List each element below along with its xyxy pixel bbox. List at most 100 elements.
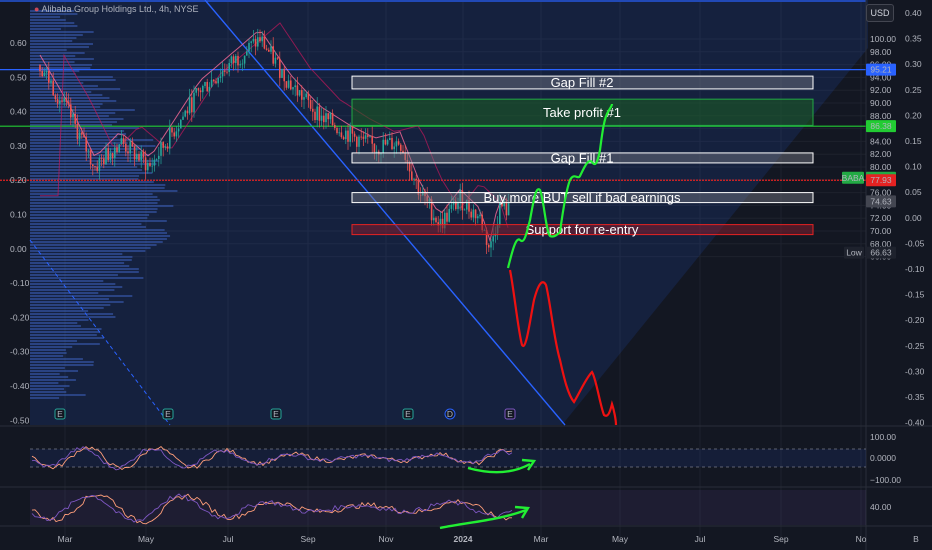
candle-body — [488, 244, 490, 248]
candle-body — [411, 171, 413, 180]
candle-body — [298, 90, 301, 96]
candle-body — [265, 48, 268, 50]
candle-body — [131, 141, 134, 147]
candle-body — [193, 92, 195, 113]
osc1-axis-tick: 100.00 — [870, 432, 896, 442]
candle-body — [312, 108, 314, 112]
candle-body — [103, 158, 105, 165]
osc2-band — [30, 490, 866, 525]
candle-body — [413, 178, 415, 180]
candle-body — [340, 132, 343, 138]
candle-body — [285, 81, 288, 88]
candle-body — [371, 136, 373, 144]
price-axis-tick: 90.00 — [870, 98, 892, 108]
right-axis-tick: 0.20 — [905, 110, 922, 120]
time-axis-tick: Jul — [695, 534, 706, 544]
candle-body — [208, 86, 211, 92]
candle-body — [188, 97, 191, 114]
candle-body — [72, 113, 74, 118]
right-axis-tick: -0.15 — [905, 290, 925, 300]
candle-body — [89, 150, 92, 165]
candle-body — [140, 151, 142, 161]
candle-body — [362, 136, 365, 139]
candle-body — [65, 98, 68, 102]
chart-canvas[interactable]: Gap Fill #2 Take profit #1 Gap Fill #1 Buy … — [0, 0, 932, 550]
symbol-title[interactable]: ● Alibaba Group Holdings Ltd., 4h, NYSE — [34, 4, 199, 14]
candle-body — [474, 209, 477, 219]
candle-body — [389, 137, 391, 141]
candle-body — [96, 166, 98, 171]
candle-body — [219, 76, 222, 78]
candle-body — [305, 93, 307, 98]
candle-body — [226, 71, 228, 73]
currency-button[interactable]: USD — [866, 4, 894, 22]
candle-body — [314, 111, 316, 121]
left-axis-tick: -0.10 — [10, 278, 30, 288]
candle-body — [248, 42, 250, 52]
candle-body — [81, 132, 83, 135]
time-axis-tick: May — [612, 534, 629, 544]
candle-body — [360, 136, 362, 138]
candle-body — [56, 99, 59, 104]
candle-body — [325, 113, 327, 123]
candle-body — [375, 151, 378, 153]
oscillator-pane-2[interactable] — [30, 490, 866, 530]
candle-body — [329, 113, 332, 120]
candle-body — [331, 113, 334, 126]
candle-body — [147, 163, 149, 171]
event-marker-label: E — [57, 409, 63, 419]
time-axis-tick: No — [856, 534, 867, 544]
price-label-value: 66.63 — [870, 248, 892, 258]
candle-body — [342, 137, 345, 140]
event-marker-label: E — [273, 409, 279, 419]
candle-body — [186, 110, 189, 114]
candle-body — [107, 148, 109, 160]
candle-body — [281, 68, 283, 78]
event-marker-label: D — [447, 409, 453, 419]
time-axis-tick: 2024 — [454, 534, 473, 544]
candle-body — [83, 134, 85, 138]
candle-body — [303, 97, 305, 100]
candle-body — [129, 141, 131, 154]
left-axis-tick: -0.20 — [10, 312, 30, 322]
time-axis-tick: Jul — [223, 534, 234, 544]
candle-body — [41, 71, 43, 77]
candle-body — [446, 212, 448, 222]
candle-body — [307, 93, 310, 101]
candle-body — [301, 90, 303, 100]
time-axis-tick: Sep — [773, 534, 788, 544]
candle-body — [171, 127, 173, 133]
candle-body — [391, 137, 393, 150]
candle-body — [162, 141, 164, 148]
candle-body — [292, 87, 294, 90]
candle-body — [54, 95, 57, 100]
candle-body — [235, 55, 237, 64]
candle-body — [63, 98, 65, 102]
candle-body — [345, 130, 347, 140]
candle-body — [327, 113, 329, 120]
candle-body — [415, 178, 417, 181]
right-axis-tick: -0.10 — [905, 264, 925, 274]
right-axis-tick: 0.05 — [905, 187, 922, 197]
right-axis-tick: 0.00 — [905, 213, 922, 223]
candle-body — [142, 151, 145, 158]
candle-body — [356, 136, 358, 147]
candle-body — [166, 146, 169, 149]
candle-body — [39, 64, 41, 72]
symbol-title-text: Alibaba Group Holdings Ltd., 4h, NYSE — [41, 4, 199, 14]
candle-body — [397, 141, 400, 145]
candle-body — [45, 70, 48, 73]
price-axis-tick: 80.00 — [870, 162, 892, 172]
candle-body — [259, 37, 261, 42]
candle-body — [92, 164, 94, 167]
candle-body — [369, 136, 371, 137]
candle-body — [173, 132, 175, 137]
candle-body — [210, 79, 213, 87]
osc1-axis-tick: 0.0000 — [870, 453, 896, 463]
candle-body — [122, 138, 125, 144]
candle-body — [384, 139, 387, 145]
right-axis-tick: 0.30 — [905, 59, 922, 69]
time-axis-tick: Nov — [378, 534, 394, 544]
candle-body — [351, 126, 354, 134]
candle-body — [61, 100, 63, 102]
